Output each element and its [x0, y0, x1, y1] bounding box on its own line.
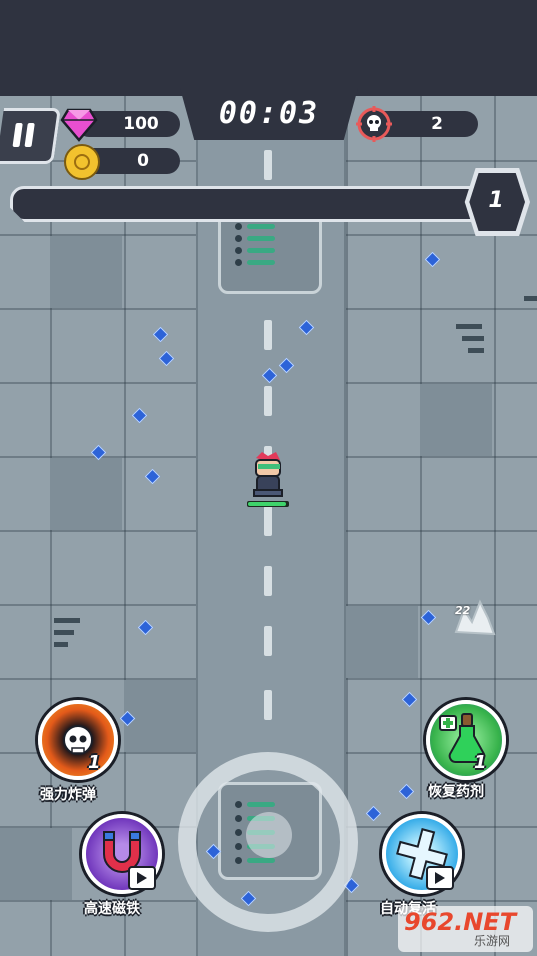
potion-skill-label: 恢复药剂: [428, 784, 484, 800]
watch-ad-video-icon: [128, 866, 156, 890]
damage-number: 22: [455, 604, 471, 617]
kill-count: 2: [431, 114, 443, 134]
lane-marking: [264, 386, 272, 416]
watermark-text: 乐游网: [474, 934, 511, 948]
survival-timer: 00:03: [218, 96, 320, 131]
watch-ad-video-icon: [426, 866, 454, 890]
level-number: 1: [488, 188, 504, 213]
vent-pad: [218, 210, 322, 294]
lane-marking: [264, 690, 272, 720]
floor-crack: [456, 324, 482, 329]
skull-bomb-icon: [63, 725, 93, 755]
floor-tile: [50, 458, 122, 530]
player-health-fill: [248, 502, 286, 506]
floor-tile: [124, 680, 196, 752]
lane-marking: [264, 320, 272, 350]
top-bar: [0, 0, 537, 96]
floor-crack: [468, 348, 484, 353]
floor-crack: [54, 630, 74, 635]
floor-crack: [54, 618, 80, 623]
floor-crack: [524, 296, 537, 301]
pause-icon-bar: [24, 123, 35, 147]
floor-tile: [50, 236, 122, 308]
enemy-debris: [454, 599, 496, 636]
lane-marking: [264, 150, 272, 180]
experience-bar: [10, 186, 494, 222]
floor-tile: [420, 384, 492, 456]
potion-icon: [439, 713, 486, 763]
potion-skill-button[interactable]: [426, 700, 506, 780]
floor-tile: [0, 828, 72, 900]
lane-marking: [264, 506, 272, 536]
bomb-skill-button[interactable]: [38, 700, 118, 780]
player-character: [253, 452, 283, 497]
lane-marking: [264, 626, 272, 656]
joystick-knob[interactable]: [246, 812, 292, 858]
lane-marking: [264, 566, 272, 596]
floor-tile: [346, 606, 418, 678]
coin-count: 0: [137, 151, 149, 171]
potion-count: 1: [474, 752, 487, 773]
floor-crack: [462, 336, 484, 341]
magnet-skill-label: 高速磁铁: [84, 901, 140, 917]
pause-icon: [12, 123, 23, 147]
diamond-icon: [60, 108, 98, 142]
pause-button[interactable]: [0, 108, 61, 164]
floor-crack: [54, 642, 68, 647]
coin-icon: [64, 144, 100, 180]
skull-target-icon: [356, 106, 392, 142]
gem-count: 100: [123, 114, 159, 134]
player-health-bar: [247, 501, 289, 507]
bomb-skill-label: 强力炸弹: [40, 787, 96, 803]
bomb-count: 1: [88, 752, 101, 773]
